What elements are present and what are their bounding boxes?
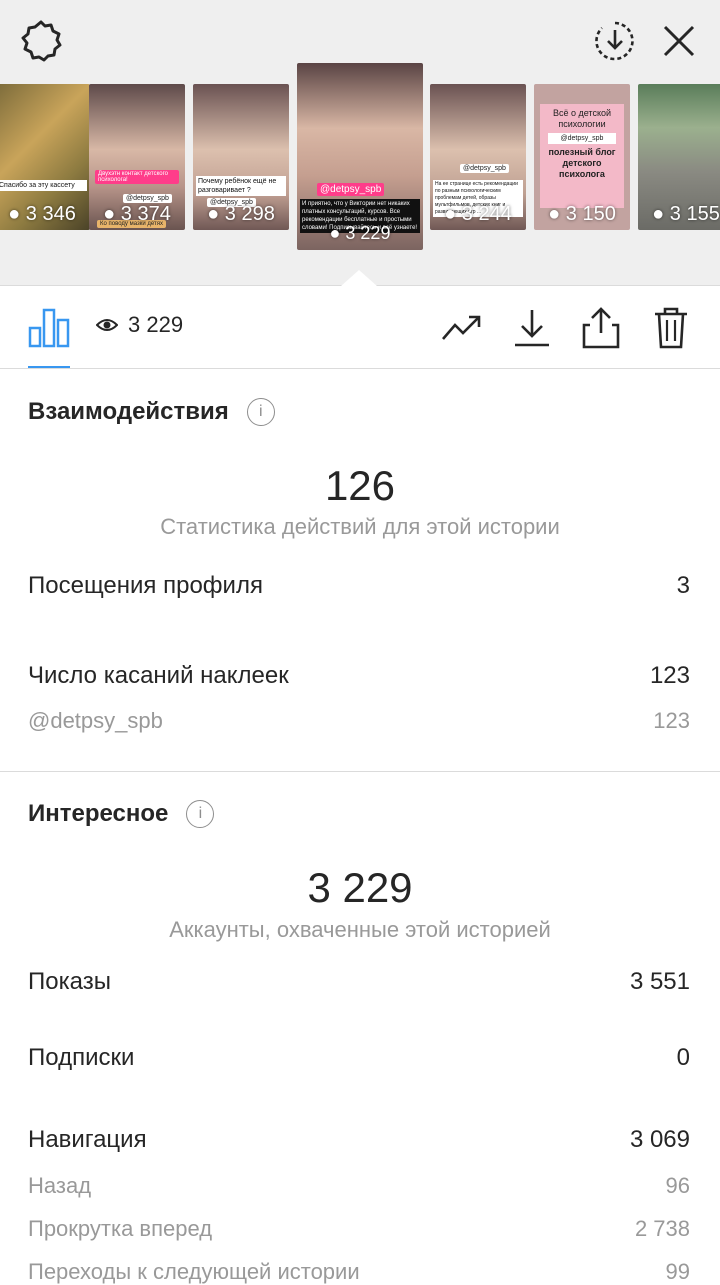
download-button[interactable] [510,306,554,350]
stat-label: Посещения профиля [28,572,263,599]
close-button[interactable] [658,20,700,62]
thumbnail-views: ● 3 150 [548,203,616,225]
stat-sub-label: Переходы к следующей истории [28,1259,360,1284]
thumbnail-views: ● 3 244 [444,203,512,225]
thumbnail-caption: Всё о детской психологии [552,108,612,129]
story-thumbnail[interactable]: ● 3 155 [638,84,720,230]
selection-pointer [341,270,377,286]
discovery-title: Интересное [28,800,169,827]
stat-row: Показы 3 551 [28,968,690,996]
thumbnail-tag: @detpsy_spb [460,164,509,173]
interactions-header: Взаимодействия i [28,398,275,426]
story-thumbnail-strip[interactable]: Спасибо за эту кассету ● 3 346 Двухэтн к… [0,60,720,260]
story-thumbnail[interactable]: Спасибо за эту кассету ● 3 346 [0,84,90,230]
stat-sub-value: 96 [665,1173,690,1198]
section-divider [0,771,720,772]
close-icon [663,25,695,57]
thumbnail-tag: @detpsy_spb [317,183,385,196]
download-icon [515,310,549,347]
stat-row: Подписки 0 [28,1044,690,1072]
thumbnail-tag: @detpsy_spb [123,194,172,203]
stat-value: 123 [649,662,690,689]
stat-value: 3 069 [629,1126,690,1153]
interactions-title: Взаимодействия [28,398,229,425]
thumbnail-caption: Двухэтн контакт детского психолога! [95,170,179,184]
stat-sub-label: Прокрутка вперед [28,1216,213,1241]
stat-value: 3 [676,572,690,599]
stat-sub-value: 99 [665,1259,690,1284]
thumbnail-subtitle: полезный блог детского психолога [548,147,616,179]
thumbnail-handle: @detpsy_spb [548,133,616,144]
insights-tab[interactable] [28,306,70,348]
stat-row: Посещения профиля 3 [28,572,690,600]
stat-sub-row: Прокрутка вперед 2 738 [28,1216,690,1242]
thumbnail-caption: Почему ребёнок ещё не разговаривает ? [196,176,286,196]
stat-sub-row: @detpsy_spb 123 [28,708,690,734]
thumbnail-views: ● 3 374 [103,203,171,225]
stat-sub-label: @detpsy_spb [28,708,163,733]
stat-value: 3 551 [629,968,690,995]
stat-row: Навигация 3 069 [28,1126,690,1154]
settings-gear-button[interactable] [18,18,64,64]
interactions-total: 126 [324,462,396,509]
thumbnail-views: ● 3 346 [8,203,76,225]
viewers-count-value: 3 229 [128,312,184,337]
stat-row: Число касаний наклеек 123 [28,662,690,690]
info-icon[interactable]: i [246,398,275,426]
save-story-button[interactable] [592,18,638,64]
eye-icon [96,319,118,331]
stat-sub-value: 2 738 [634,1216,690,1241]
story-thumbnail[interactable]: Почему ребёнок ещё не разговаривает ? @d… [193,84,289,230]
story-thumbnail-selected[interactable]: @detpsy_spb И приятно, что у Виктории не… [297,63,423,250]
delete-button[interactable] [649,306,693,350]
thumbnail-views: ● 3 229 [329,223,391,243]
gear-icon [21,20,62,62]
download-circle-icon [595,21,634,61]
story-preview-area: Спасибо за эту кассету ● 3 346 Двухэтн к… [0,0,720,286]
stat-sub-row: Назад 96 [28,1173,690,1199]
discovery-subtitle: Аккаунты, охваченные этой историей [169,917,551,942]
story-toolbar: 3 229 [0,286,720,369]
promote-button[interactable] [440,306,484,350]
interactions-subtitle: Статистика действий для этой истории [160,514,560,539]
thumbnail-views: ● 3 298 [207,203,275,225]
discovery-total: 3 229 [307,864,413,911]
stat-value: 0 [676,1044,690,1071]
trending-up-icon [442,315,481,340]
info-icon[interactable]: i [186,800,215,828]
thumbnail-caption: Спасибо за эту кассету [0,180,87,191]
discovery-header: Интересное i [28,800,215,828]
thumbnail-card: Всё о детской психологии @detpsy_spb пол… [540,104,624,208]
share-button[interactable] [579,306,623,350]
story-thumbnail[interactable]: Двухэтн контакт детского психолога! @det… [89,84,185,230]
share-icon [582,307,620,349]
stat-sub-row: Переходы к следующей истории 99 [28,1259,690,1285]
stat-sub-label: Назад [28,1173,92,1198]
story-thumbnail[interactable]: Всё о детской психологии @detpsy_spb пол… [534,84,630,230]
stat-label: Число касаний наклеек [28,662,289,689]
thumbnail-views: ● 3 155 [652,203,720,225]
active-tab-indicator [28,366,70,368]
stat-label: Подписки [28,1044,135,1071]
stat-label: Навигация [28,1126,147,1153]
story-thumbnail[interactable]: @detpsy_spb На ее странице есть рекоменд… [430,84,526,230]
bar-chart-icon [28,308,70,348]
trash-icon [655,307,687,349]
stat-sub-value: 123 [653,708,690,733]
viewers-count[interactable]: 3 229 [96,312,183,338]
stat-label: Показы [28,968,111,995]
